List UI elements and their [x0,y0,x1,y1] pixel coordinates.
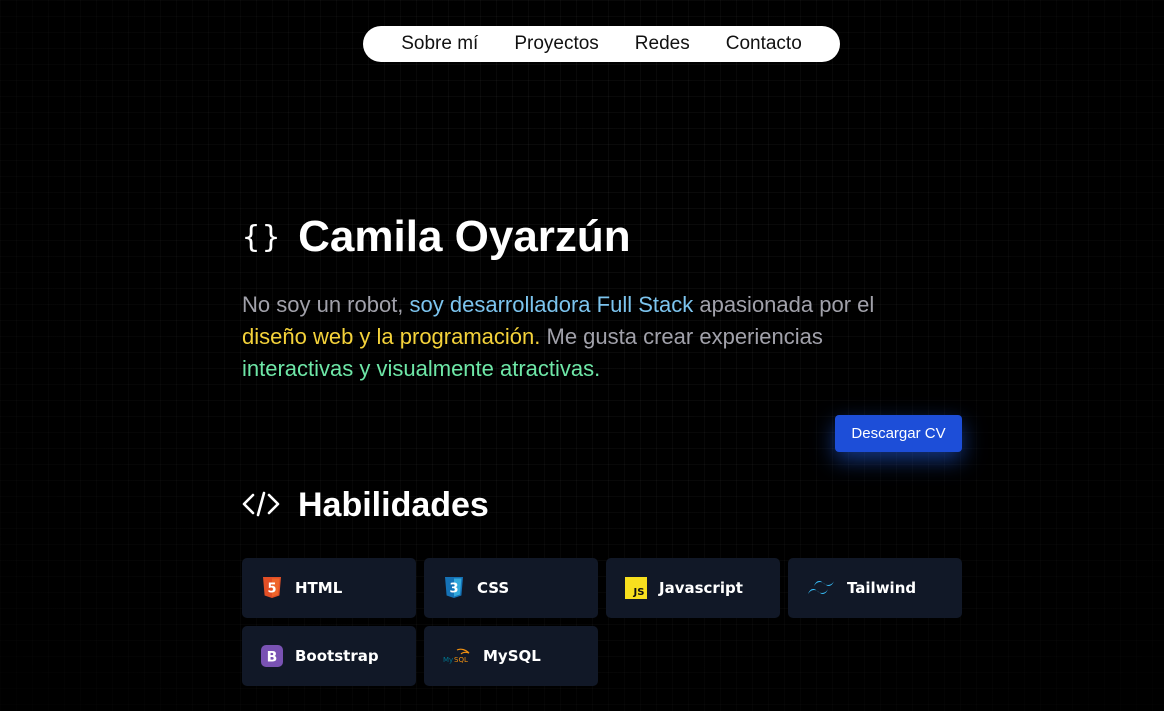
skills-title: Habilidades [298,486,489,524]
svg-text:B: B [267,650,278,666]
bootstrap-icon: B [261,645,283,667]
skill-name: HTML [295,579,343,597]
skill-card-html: 5 HTML [242,558,416,618]
javascript-icon: JS [625,577,647,599]
code-tag-icon [242,489,280,523]
html5-icon: 5 [261,577,283,599]
skill-name: Tailwind [847,579,917,597]
nav-link-sobre-mi[interactable]: Sobre mí [401,33,478,55]
bio-highlight-experiences: interactivas y visualmente atractivas. [242,356,601,381]
skills-heading: Habilidades [242,486,489,525]
hero-title: {} Camila Oyarzún [242,212,631,262]
page-title: Camila Oyarzún [298,212,631,261]
nav-link-redes[interactable]: Redes [635,33,690,55]
download-cv-button[interactable]: Descargar CV [835,415,962,452]
bio-highlight-interests: diseño web y la programación. [242,324,541,349]
skill-card-mysql: My SQL MySQL [424,626,598,686]
skill-name: MySQL [483,647,541,665]
skill-card-bootstrap: B Bootstrap [242,626,416,686]
skill-card-javascript: JS Javascript [606,558,780,618]
bio-highlight-role: soy desarrolladora Full Stack [409,292,694,317]
svg-text:JS: JS [633,587,645,598]
bio-text-1: No soy un robot, [242,292,410,317]
svg-text:3: 3 [449,582,458,597]
code-braces-icon: {} [242,219,283,255]
skills-grid: 5 HTML 3 CSS JS Javascript Tailwind B Bo… [242,558,962,686]
skill-name: CSS [477,579,510,597]
css3-icon: 3 [443,577,465,599]
skill-name: Bootstrap [295,647,379,665]
nav-link-proyectos[interactable]: Proyectos [514,33,598,55]
nav-link-contacto[interactable]: Contacto [726,33,802,55]
skill-card-tailwind: Tailwind [788,558,962,618]
tailwind-icon [807,577,835,599]
svg-text:SQL: SQL [454,656,468,664]
hero-bio: No soy un robot, soy desarrolladora Full… [242,289,882,385]
top-nav: Sobre mí Proyectos Redes Contacto [363,26,840,62]
skill-name: Javascript [659,579,743,597]
svg-text:My: My [443,656,453,664]
bio-text-3: Me gusta crear experiencias [540,324,823,349]
svg-text:5: 5 [267,582,276,597]
bio-text-2: apasionada por el [693,292,875,317]
mysql-icon: My SQL [443,645,471,667]
skill-card-css: 3 CSS [424,558,598,618]
